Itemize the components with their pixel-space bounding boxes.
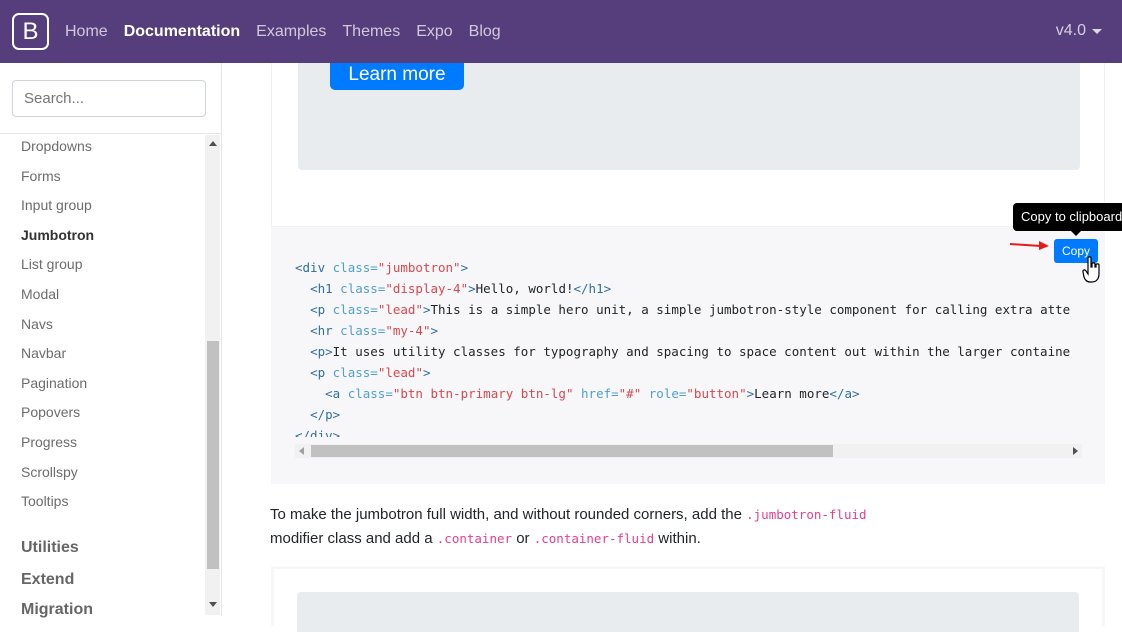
sidebar-item-popovers[interactable]: Popovers bbox=[21, 404, 80, 420]
hand-cursor-icon bbox=[1082, 256, 1100, 283]
nav-blog[interactable]: Blog bbox=[469, 23, 501, 41]
sidebar-section-utilities[interactable]: Utilities bbox=[21, 539, 79, 557]
inline-code-container: .container bbox=[436, 531, 513, 546]
inline-code-jumbotron-fluid: .jumbotron-fluid bbox=[746, 507, 867, 522]
sidebar-section-migration[interactable]: Migration bbox=[21, 601, 93, 619]
learn-more-button[interactable]: Learn more bbox=[330, 63, 464, 90]
sidebar-scrollbar[interactable] bbox=[205, 135, 220, 615]
scroll-left-icon[interactable] bbox=[299, 447, 304, 455]
inline-code-container-fluid: .container-fluid bbox=[533, 531, 655, 546]
sidebar-item-tooltips[interactable]: Tooltips bbox=[21, 493, 68, 509]
paragraph-text: within. bbox=[654, 530, 701, 547]
tooltip-arrow bbox=[1071, 231, 1081, 236]
example-preview: Learn more bbox=[271, 63, 1105, 227]
jumbotron-fluid-example bbox=[297, 592, 1079, 632]
sidebar-item-navs[interactable]: Navs bbox=[21, 316, 53, 332]
sidebar-item-jumbotron[interactable]: Jumbotron bbox=[21, 227, 94, 243]
jumbotron-example: Learn more bbox=[298, 63, 1080, 170]
docs-sidebar: Dropdowns Forms Input group Jumbotron Li… bbox=[0, 63, 222, 619]
sidebar-item-list-group[interactable]: List group bbox=[21, 256, 82, 272]
paragraph-text: modifier class and add a bbox=[270, 530, 437, 547]
next-example-preview bbox=[271, 566, 1105, 632]
scrollbar-thumb[interactable] bbox=[207, 341, 219, 569]
nav-links: Home Documentation Examples Themes Expo … bbox=[65, 0, 501, 63]
sidebar-item-progress[interactable]: Progress bbox=[21, 434, 77, 450]
divider bbox=[0, 133, 221, 134]
sidebar-section-extend[interactable]: Extend bbox=[21, 571, 74, 589]
scroll-up-icon[interactable] bbox=[209, 141, 217, 146]
sidebar-item-scrollspy[interactable]: Scrollspy bbox=[21, 464, 78, 480]
paragraph-text: To make the jumbotron full width, and wi… bbox=[270, 506, 747, 523]
code-block: <div class="jumbotron"> <h1 class="displ… bbox=[271, 227, 1105, 484]
nav-themes[interactable]: Themes bbox=[342, 23, 400, 41]
scroll-down-icon[interactable] bbox=[209, 602, 217, 607]
nav-expo[interactable]: Expo bbox=[416, 23, 452, 41]
sidebar-item-input-group[interactable]: Input group bbox=[21, 197, 92, 213]
sidebar-item-pagination[interactable]: Pagination bbox=[21, 375, 87, 391]
nav-examples[interactable]: Examples bbox=[256, 23, 326, 41]
caret-down-icon bbox=[1092, 28, 1102, 34]
sidebar-item-navbar[interactable]: Navbar bbox=[21, 345, 66, 361]
sidebar-item-dropdowns[interactable]: Dropdowns bbox=[21, 138, 92, 154]
red-arrow-icon bbox=[1009, 241, 1049, 250]
description-paragraph: To make the jumbotron full width, and wi… bbox=[270, 503, 950, 551]
bootstrap-logo[interactable]: B bbox=[12, 13, 49, 50]
sidebar-item-modal[interactable]: Modal bbox=[21, 286, 59, 302]
scroll-right-icon[interactable] bbox=[1073, 447, 1078, 455]
search-input[interactable] bbox=[12, 80, 206, 117]
code-snippet: <div class="jumbotron"> <h1 class="displ… bbox=[295, 260, 1071, 437]
nav-home[interactable]: Home bbox=[65, 23, 108, 41]
version-label: v4.0 bbox=[1055, 22, 1086, 39]
nav-documentation[interactable]: Documentation bbox=[124, 23, 240, 41]
top-navbar: B Home Documentation Examples Themes Exp… bbox=[0, 0, 1122, 63]
paragraph-text: or bbox=[512, 530, 534, 547]
code-scrollbar-thumb[interactable] bbox=[311, 445, 833, 457]
code-horizontal-scrollbar[interactable] bbox=[295, 444, 1082, 458]
copy-tooltip: Copy to clipboard bbox=[1013, 203, 1122, 231]
version-dropdown[interactable]: v4.0 bbox=[1056, 22, 1102, 40]
sidebar-item-forms[interactable]: Forms bbox=[21, 168, 61, 184]
